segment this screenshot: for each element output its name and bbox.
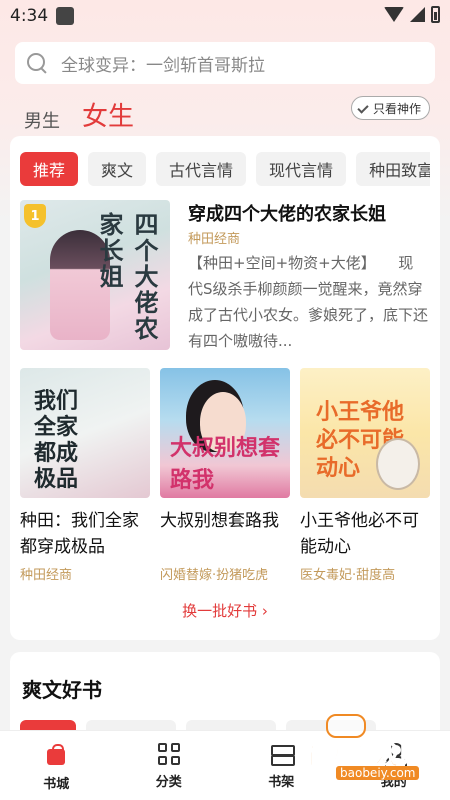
check-icon <box>358 102 370 114</box>
category-tab-modern-romance[interactable]: 现代言情 <box>256 152 347 186</box>
category-tab-ancient-romance[interactable]: 古代言情 <box>156 152 247 186</box>
book-title[interactable]: 大叔别想套路我 <box>160 508 290 560</box>
cover-illustration <box>376 438 420 490</box>
site-watermark: 宝贝游戏网 baobeiy.com <box>300 714 446 786</box>
status-icons <box>384 6 440 23</box>
only-masterpiece-toggle[interactable]: 只看神作 <box>350 96 430 120</box>
book-item[interactable]: 大叔别想套路我 大叔别想套路我 闪婚替嫁·扮猪吃虎 <box>160 368 290 583</box>
search-icon <box>27 53 47 73</box>
only-masterpiece-label: 只看神作 <box>372 101 421 116</box>
book-title[interactable]: 小王爷他必不可能动心 <box>300 508 430 560</box>
battery-icon <box>431 6 440 23</box>
status-time: 4:34 <box>10 6 49 26</box>
book-cover[interactable]: 大叔别想套路我 <box>160 368 290 498</box>
book-title[interactable]: 穿成四个大佬的农家长姐 <box>188 200 386 226</box>
wifi-icon <box>384 7 404 22</box>
nav-label: 书架 <box>268 775 295 790</box>
category-tab-recommend[interactable]: 推荐 <box>20 152 79 186</box>
signal-icon <box>410 7 425 22</box>
book-tags: 闪婚替嫁·扮猪吃虎 <box>160 568 269 583</box>
book-cover[interactable]: 我们全家都成极品 <box>20 368 150 498</box>
book-tags: 种田经商 <box>20 568 73 583</box>
cover-title: 四个大佬农家长姐 <box>95 212 159 342</box>
status-bar: 4:34 <box>0 0 450 34</box>
book-tag: 种田经商 <box>188 232 241 247</box>
watermark-url: baobeiy.com <box>336 766 420 780</box>
cover-title: 我们全家都成极品 <box>34 388 79 492</box>
featured-book[interactable]: 四个大佬农家长姐 1 穿成四个大佬的农家长姐 种田经商 【种田+空间+物资+大佬… <box>20 200 430 352</box>
book-title[interactable]: 种田：我们全家都穿成极品 <box>20 508 150 560</box>
gamepad-icon <box>326 714 366 738</box>
bookshelf-icon <box>269 743 296 766</box>
book-cover[interactable]: 小王爷他必不可能动心 <box>300 368 430 498</box>
store-bag-icon <box>45 743 67 767</box>
tab-male[interactable]: 男生 <box>24 107 60 139</box>
category-tab-farming[interactable]: 种田致富 <box>356 152 430 186</box>
search-input[interactable]: 全球变异：一剑斩首哥斯拉 <box>15 42 435 84</box>
category-tabs: 推荐 爽文 古代言情 现代言情 种田致富 <box>20 152 430 186</box>
refresh-books-link[interactable]: 换一批好书 › <box>10 600 440 621</box>
section-title: 爽文好书 <box>22 678 102 702</box>
rank-badge: 1 <box>24 204 46 228</box>
category-tab-cool[interactable]: 爽文 <box>88 152 147 186</box>
grid-icon <box>157 743 180 765</box>
nav-label: 分类 <box>155 775 182 790</box>
cover-title: 大叔别想套路我 <box>170 435 281 493</box>
tab-female[interactable]: 女生 <box>82 96 134 139</box>
book-cover[interactable]: 四个大佬农家长姐 1 <box>20 200 170 350</box>
book-item[interactable]: 小王爷他必不可能动心 小王爷他必不可能动心 医女毒妃·甜度高 <box>300 368 430 583</box>
nav-item-category[interactable]: 分类 <box>129 743 209 800</box>
gender-tabs: 男生 女生 <box>24 96 134 139</box>
book-grid: 我们全家都成极品 种田：我们全家都穿成极品 种田经商 大叔别想套路我 大叔别想套… <box>20 368 430 583</box>
nav-item-store[interactable]: 书城 <box>16 743 96 800</box>
notification-icon <box>56 7 74 25</box>
book-description: 【种田+空间+物资+大佬】 现代S级杀手柳颜颜一觉醒来，竟然穿成了古代小农女。爹… <box>188 254 428 350</box>
nav-label: 书城 <box>43 777 70 792</box>
search-placeholder: 全球变异：一剑斩首哥斯拉 <box>61 55 265 76</box>
book-item[interactable]: 我们全家都成极品 种田：我们全家都穿成极品 种田经商 <box>20 368 150 583</box>
recommend-card: 推荐 爽文 古代言情 现代言情 种田致富 四个大佬农家长姐 1 穿成四个大佬的农… <box>10 136 440 640</box>
book-tags: 医女毒妃·甜度高 <box>300 568 396 583</box>
